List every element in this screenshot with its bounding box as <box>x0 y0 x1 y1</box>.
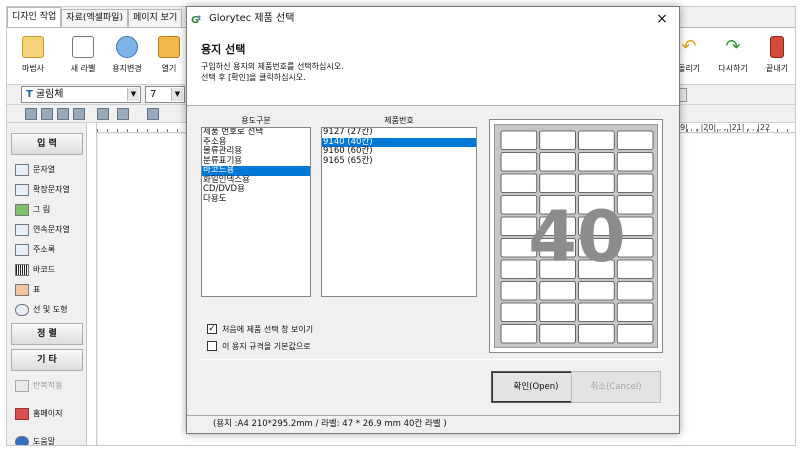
color-icon[interactable] <box>117 108 129 120</box>
chevron-down-icon[interactable]: ▼ <box>171 88 183 101</box>
product-column-header: 제품번호 <box>384 116 414 125</box>
shapes-icon <box>15 303 29 316</box>
dialog-title: Glorytec 제품 선택 <box>209 13 295 24</box>
label-preview: 40 <box>489 119 663 353</box>
open-button[interactable]: 확인(Open) <box>491 371 581 403</box>
wizard-icon <box>22 36 44 58</box>
chevron-down-icon[interactable]: ▼ <box>127 88 139 101</box>
repeat-icon <box>15 379 29 392</box>
sidebar-item-table[interactable]: 표 <box>15 281 85 299</box>
exit-button[interactable]: 끝내기 <box>755 32 795 82</box>
product-listbox[interactable]: 9127 (27칸) 9140 (40칸) 9160 (60칸) 9165 (65칸) <box>321 127 477 297</box>
product-list-item[interactable]: 9165 (65칸) <box>322 156 476 167</box>
open-button[interactable]: 열기 <box>151 32 187 82</box>
new-label-button[interactable]: 새 라벨 <box>61 32 105 82</box>
main-tabs: 디자인 작업 자료(엑셀파일) 페이지 보기 <box>7 7 197 27</box>
wizard-button[interactable]: 마법사 <box>11 32 55 82</box>
cancel-button[interactable]: 취소(Cancel) <box>571 371 661 403</box>
address-book-icon <box>15 243 29 256</box>
tab-page-view[interactable]: 페이지 보기 <box>127 9 183 27</box>
sidebar-item-shapes[interactable]: 선 및 도형 <box>15 301 85 319</box>
edit-icon[interactable] <box>73 108 85 120</box>
header-instruction-2: 선택 후 [확인]을 클릭하십시오. <box>201 73 306 82</box>
vertical-ruler <box>87 123 97 445</box>
page-icon[interactable] <box>57 108 69 120</box>
dialog-titlebar: G t Glorytec 제품 선택 × <box>187 7 679 31</box>
undo-icon: ↶ <box>681 36 697 57</box>
new-label-icon <box>72 36 94 58</box>
show-dialog-checkbox[interactable]: ✓ <box>207 323 217 334</box>
svg-text:t: t <box>198 15 201 22</box>
redo-button[interactable]: ↷ 다시하기 <box>711 32 755 82</box>
open-folder-icon <box>158 36 180 58</box>
image-icon[interactable] <box>97 108 109 120</box>
layout-icon[interactable] <box>41 108 53 120</box>
category-column-header: 용도구분 <box>241 116 271 125</box>
dialog-separator <box>201 359 665 360</box>
ruler-numbers: 19| , , |20| , , |21| , , |22 <box>675 123 771 132</box>
header-title: 용지 선택 <box>201 43 246 56</box>
glorytec-logo-icon: G t <box>191 12 205 26</box>
category-list-item[interactable]: 다용도 <box>202 194 310 205</box>
barcode-icon <box>15 263 29 276</box>
home-icon <box>15 407 29 420</box>
close-button[interactable]: × <box>645 7 679 31</box>
input-section-header[interactable]: 입 력 <box>11 133 83 155</box>
set-default-checkbox[interactable] <box>207 340 217 351</box>
sidebar-item-repeat-apply[interactable]: 반복적용 <box>15 377 85 395</box>
sidebar-item-address-book[interactable]: 주소록 <box>15 241 85 259</box>
tab-data-excel[interactable]: 자료(엑셀파일) <box>61 9 128 27</box>
sidebar-item-help[interactable]: 도움말 <box>15 433 85 445</box>
product-select-dialog: G t Glorytec 제품 선택 × 용지 선택 구입하신 용지의 제품번호… <box>186 6 680 434</box>
sidebar-item-serial-text[interactable]: 연속문자열 <box>15 221 85 239</box>
font-type-icon: T <box>26 89 33 100</box>
tab-design[interactable]: 디자인 작업 <box>7 7 62 27</box>
extended-text-icon <box>15 183 29 196</box>
dialog-header: 용지 선택 구입하신 용지의 제품번호를 선택하십시오. 선택 후 [확인]을 … <box>187 31 679 106</box>
serial-text-icon <box>15 223 29 236</box>
help-icon <box>15 435 29 445</box>
show-dialog-checkbox-row[interactable]: ✓ 처음에 제품 선택 창 보이기 <box>207 323 313 336</box>
category-listbox[interactable]: 제품 번호로 선택 주소용 물류관리용 분류표기용 바코드용 화일인덱스용 CD/DVD용 다… <box>201 127 311 297</box>
table-icon <box>15 283 29 296</box>
redo-icon: ↷ <box>725 36 741 57</box>
grid-icon[interactable] <box>25 108 37 120</box>
sidebar-item-homepage[interactable]: 홈페이지 <box>15 405 85 423</box>
exit-icon <box>770 36 784 58</box>
sidebar-item-text[interactable]: 문자열 <box>15 161 85 179</box>
sidebar-item-extended-text[interactable]: 확장문자열 <box>15 181 85 199</box>
sidebar-item-picture[interactable]: 그 림 <box>15 201 85 219</box>
label-sheet-preview: 40 <box>494 124 658 348</box>
align-section-header[interactable]: 정 렬 <box>11 323 83 345</box>
table-grid-icon[interactable] <box>147 108 159 120</box>
picture-icon <box>15 203 29 216</box>
other-section-header[interactable]: 기 타 <box>11 349 83 371</box>
font-select[interactable]: T 굴림체 ▼ <box>21 86 141 103</box>
tool-sidebar: 입 력 문자열 확장문자열 그 림 연속문자열 주소록 바코드 표 선 및 도형… <box>7 123 87 445</box>
set-default-checkbox-row[interactable]: 이 용지 규격을 기본값으로 <box>207 340 311 353</box>
sidebar-item-barcode[interactable]: 바코드 <box>15 261 85 279</box>
font-size-select[interactable]: 7 ▼ <box>145 86 185 103</box>
paper-spec-status: (용지 :A4 210*295.2mm / 라벨: 47 * 26.9 mm 4… <box>213 419 447 429</box>
paper-change-button[interactable]: 용지변경 <box>105 32 149 82</box>
preview-label-count: 40 <box>528 196 626 278</box>
header-instruction-1: 구입하신 용지의 제품번호를 선택하십시오. <box>201 62 344 71</box>
dialog-statusbar: (용지 :A4 210*295.2mm / 라벨: 47 * 26.9 mm 4… <box>187 415 679 433</box>
paper-change-icon <box>116 36 138 58</box>
text-icon <box>15 163 29 176</box>
